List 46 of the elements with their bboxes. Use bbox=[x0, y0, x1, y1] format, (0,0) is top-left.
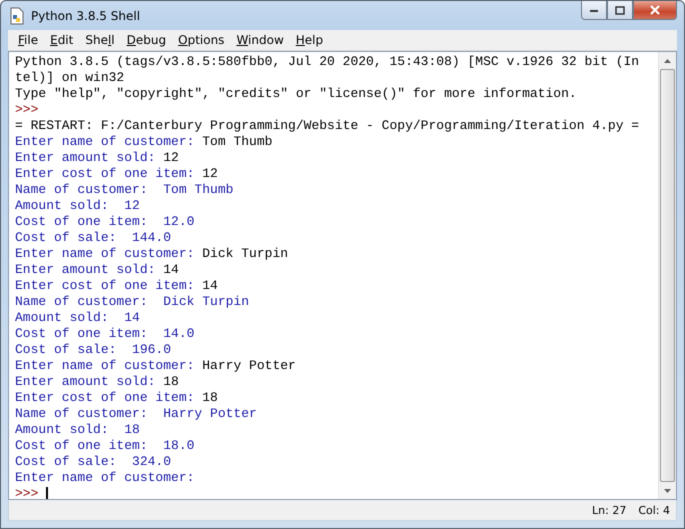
menu-item[interactable]: Help bbox=[290, 33, 330, 47]
console-line: >>> bbox=[15, 102, 38, 118]
maximize-icon bbox=[615, 6, 625, 14]
console-line: Amount sold: 12 bbox=[15, 198, 140, 214]
close-button[interactable] bbox=[633, 1, 677, 20]
console-line: Enter name of customer: Harry Potter bbox=[15, 358, 296, 374]
console-line: Enter amount sold: 14 bbox=[15, 262, 179, 278]
console-line: Name of customer: Harry Potter bbox=[15, 406, 257, 422]
console-line: Enter name of customer: Dick Turpin bbox=[15, 246, 288, 262]
console-line: Enter cost of one item: 12 bbox=[15, 166, 218, 182]
console-line: Cost of sale: 324.0 bbox=[15, 454, 172, 470]
menu-item[interactable]: Debug bbox=[120, 33, 172, 47]
console-line: Enter amount sold: 18 bbox=[15, 374, 179, 390]
window-title: Python 3.8.5 Shell bbox=[31, 8, 142, 22]
console-line: Type "help", "copyright", "credits" or "license()" for more information. bbox=[15, 86, 577, 102]
close-icon bbox=[649, 5, 661, 15]
console-line: Enter name of customer: bbox=[15, 470, 196, 486]
console-line: Enter name of customer: Tom Thumb bbox=[15, 134, 272, 150]
console-line: Cost of one item: 18.0 bbox=[15, 438, 194, 454]
scrollbar-thumb[interactable] bbox=[660, 69, 675, 482]
column-indicator: Col: 4 bbox=[638, 504, 670, 516]
console-line: Name of customer: Tom Thumb bbox=[15, 182, 234, 198]
minimize-button[interactable] bbox=[581, 1, 607, 20]
python-file-icon bbox=[9, 6, 25, 24]
console-line: Cost of one item: 14.0 bbox=[15, 326, 194, 342]
console-line: Name of customer: Dick Turpin bbox=[15, 294, 250, 310]
console-line: Cost of sale: 144.0 bbox=[15, 230, 172, 246]
console-line: >>> bbox=[15, 486, 40, 499]
console-line: Enter amount sold: 12 bbox=[15, 150, 179, 166]
menu-item[interactable]: Window bbox=[230, 33, 290, 47]
console-line: = RESTART: F:/Canterbury Programming/Website - Copy/Programming/Iteration 4.py = bbox=[15, 118, 640, 134]
menu-item[interactable]: Edit bbox=[44, 33, 80, 47]
console-line: Enter cost of one item: 18 bbox=[15, 390, 218, 406]
minimize-icon bbox=[589, 7, 599, 13]
console-line: Cost of one item: 12.0 bbox=[15, 214, 194, 230]
menu-item[interactable]: Shell bbox=[79, 33, 121, 47]
menu-item[interactable]: Options bbox=[172, 33, 230, 47]
console-line: Enter cost of one item: 14 bbox=[15, 278, 218, 294]
menu-item[interactable]: File bbox=[12, 33, 44, 47]
console-line: Python 3.8.5 (tags/v3.8.5:580fbb0, Jul 20 2020, 15:43:08) [MSC v.1926 32 bit (In bbox=[15, 54, 640, 70]
console-line: Cost of sale: 196.0 bbox=[15, 342, 172, 358]
line-indicator: Ln: 27 bbox=[592, 504, 626, 516]
console-line: Amount sold: 18 bbox=[15, 422, 140, 438]
console-line: tel)] on win32 bbox=[15, 70, 124, 86]
console-line: Amount sold: 14 bbox=[15, 310, 140, 326]
maximize-button[interactable] bbox=[607, 1, 633, 20]
